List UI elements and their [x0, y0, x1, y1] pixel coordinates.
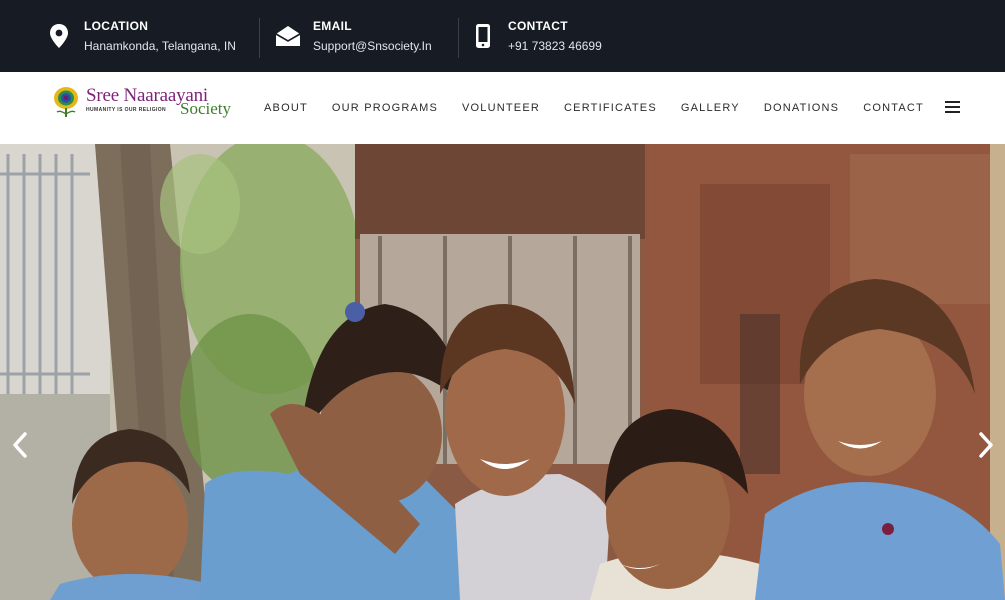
nav-contact[interactable]: CONTACT [863, 102, 924, 114]
site-logo[interactable]: Sree Naaraayani HUMANITY IS OUR RELIGION… [52, 84, 234, 120]
divider [259, 18, 260, 58]
logo-tagline: HUMANITY IS OUR RELIGION [86, 107, 167, 113]
peacock-feather-icon [54, 87, 78, 117]
location-info: LOCATION Hanamkonda, Telangana, IN [46, 0, 236, 72]
nav-gallery[interactable]: GALLERY [681, 102, 740, 114]
top-info-bar: LOCATION Hanamkonda, Telangana, IN EMAIL… [0, 0, 1005, 72]
hamburger-menu-icon[interactable] [945, 101, 960, 114]
email-label: EMAIL [313, 18, 352, 33]
location-label: LOCATION [84, 18, 149, 33]
slider-next-button[interactable] [975, 428, 997, 462]
logo-name-society: Society [180, 99, 231, 118]
mobile-phone-icon [470, 23, 496, 49]
envelope-icon [275, 23, 301, 49]
nav-certificates[interactable]: CERTIFICATES [564, 102, 657, 114]
chevron-right-icon [979, 432, 993, 458]
divider [458, 18, 459, 58]
slider-prev-button[interactable] [9, 428, 31, 462]
contact-info[interactable]: CONTACT +91 73823 46699 [470, 0, 602, 72]
nav-about[interactable]: ABOUT [264, 102, 308, 114]
nav-donations[interactable]: DONATIONS [764, 102, 839, 114]
contact-label: CONTACT [508, 18, 568, 33]
location-value: Hanamkonda, Telangana, IN [84, 38, 236, 53]
contact-value[interactable]: +91 73823 46699 [508, 37, 602, 55]
nav-volunteer[interactable]: VOLUNTEER [462, 102, 540, 114]
location-pin-icon [46, 23, 72, 49]
main-nav: ABOUT OUR PROGRAMS VOLUNTEER CERTIFICATE… [264, 72, 948, 144]
chevron-left-icon [13, 432, 27, 458]
hero-slider [0, 144, 1005, 600]
email-info[interactable]: EMAIL Support@Snsociety.In [275, 0, 432, 72]
hero-photo [0, 144, 1005, 600]
email-value[interactable]: Support@Snsociety.In [313, 37, 432, 55]
nav-our-programs[interactable]: OUR PROGRAMS [332, 102, 438, 114]
